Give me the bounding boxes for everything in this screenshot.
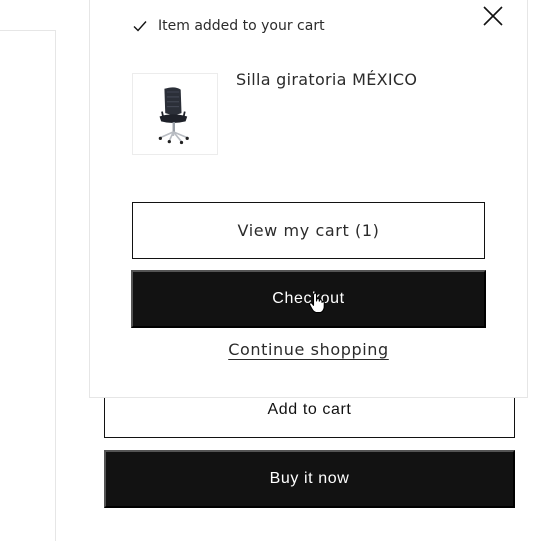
cart-notification: Item added to your cart Silla giratoria … (89, 0, 528, 398)
product-media-panel (0, 30, 56, 541)
check-icon (132, 18, 148, 34)
added-to-cart-text: Item added to your cart (158, 18, 325, 34)
buy-it-now-button[interactable]: Buy it now (104, 450, 515, 508)
close-notification-button[interactable] (481, 6, 505, 30)
close-icon (482, 5, 504, 31)
view-cart-button[interactable]: View my cart (1) (132, 202, 485, 259)
added-to-cart-message: Item added to your cart (132, 18, 325, 34)
office-chair-image (158, 87, 189, 145)
continue-shopping-row: Continue shopping (90, 340, 527, 359)
product-thumbnail (132, 73, 218, 155)
continue-shopping-link[interactable]: Continue shopping (228, 340, 389, 359)
checkout-button[interactable]: Checkout (131, 270, 486, 328)
product-name: Silla giratoria MÉXICO (236, 70, 418, 89)
